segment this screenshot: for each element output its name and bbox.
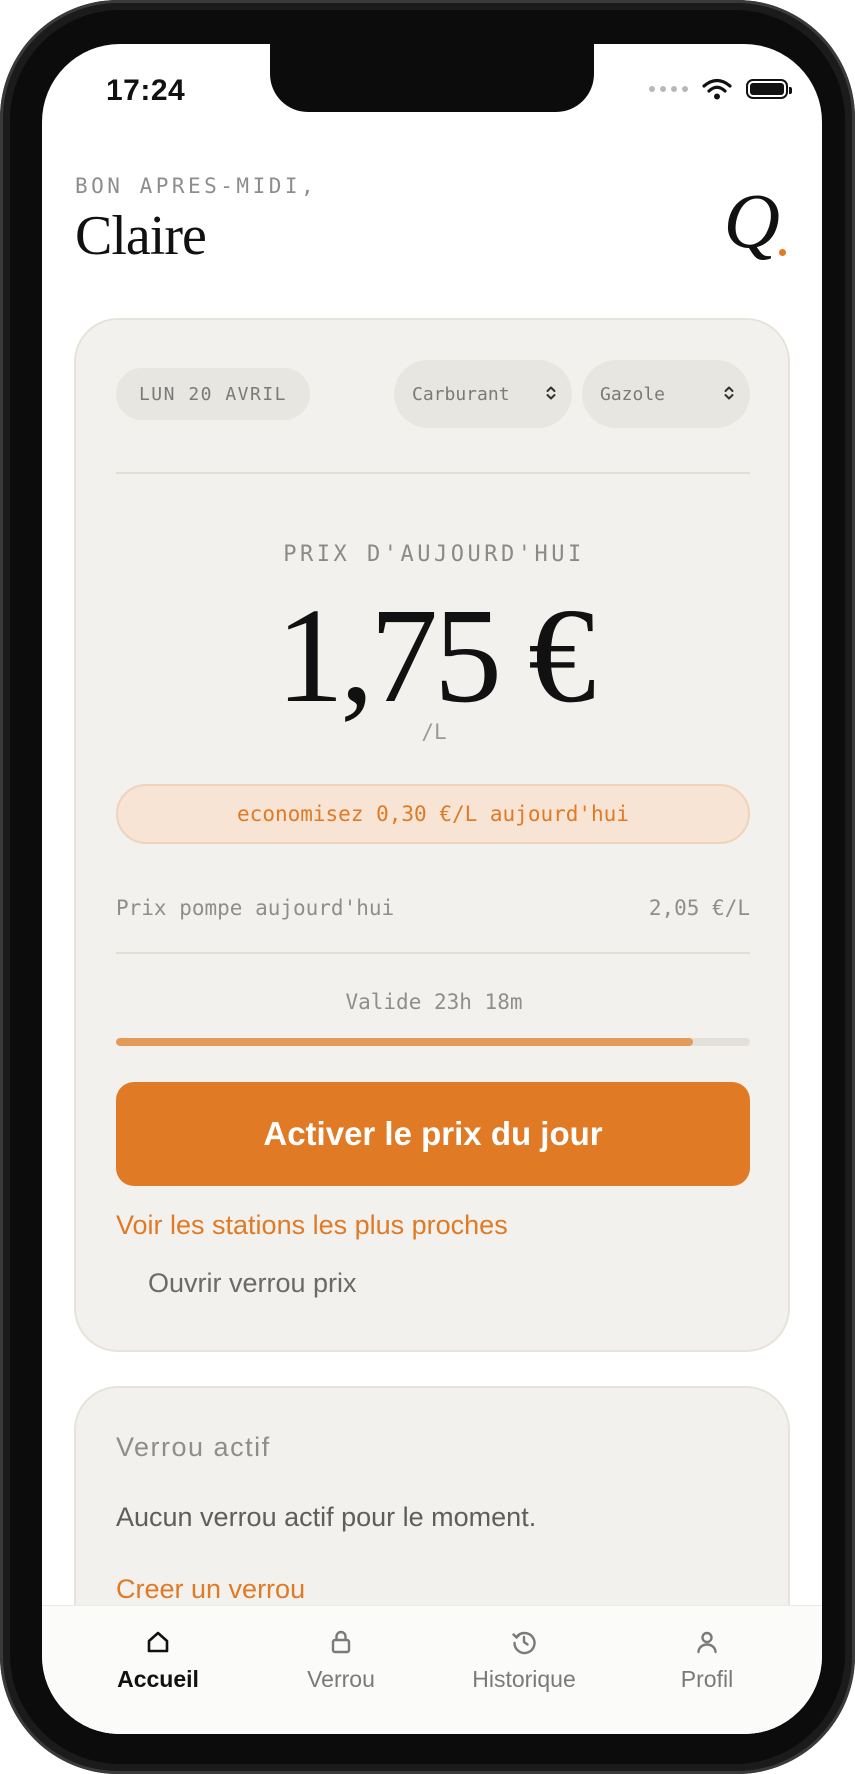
tab-accueil[interactable]: Accueil: [78, 1628, 238, 1693]
date-chip: LUN 20 AVRIL: [116, 368, 310, 420]
chevron-updown-icon: [724, 386, 734, 400]
tab-profil[interactable]: Profil: [627, 1628, 787, 1693]
battery-icon: [746, 79, 792, 99]
brand-logo-dot: [779, 249, 786, 256]
fuel-select-label: Carburant: [412, 383, 510, 405]
validity-text: Valide 23h 18m: [345, 990, 523, 1014]
signal-dots-icon: [649, 86, 688, 92]
user-name: Claire: [75, 205, 207, 267]
greeting: BON APRES-MIDI,: [75, 174, 318, 198]
lock-empty-text: Aucun verrou actif pour le moment.: [116, 1502, 537, 1532]
tab-label: Accueil: [117, 1666, 199, 1692]
activate-price-button[interactable]: Activer le prix du jour: [116, 1082, 750, 1186]
status-icons: [649, 78, 792, 100]
open-lock-link[interactable]: Ouvrir verrou prix: [148, 1268, 357, 1299]
tab-label: Verrou: [307, 1666, 375, 1692]
tab-verrou[interactable]: Verrou: [261, 1628, 421, 1693]
pump-price-label: Prix pompe aujourd'hui: [116, 896, 395, 920]
validity-progress-fill: [116, 1038, 693, 1046]
tab-historique[interactable]: Historique: [444, 1628, 604, 1693]
divider: [116, 472, 750, 474]
price-unit: /L: [421, 720, 447, 744]
tab-label: Historique: [472, 1666, 576, 1692]
lock-card-title: Verrou actif: [116, 1432, 271, 1462]
fuel-type-select-label: Gazole: [600, 383, 666, 405]
home-icon: [147, 1631, 169, 1653]
nearby-stations-link[interactable]: Voir les stations les plus proches: [116, 1210, 508, 1241]
notch: [270, 44, 594, 112]
pump-price-row: Prix pompe aujourd'hui 2,05 €/L: [116, 896, 750, 920]
tab-bar: Accueil Verrou Historique Profil: [42, 1605, 822, 1734]
divider: [116, 952, 750, 954]
history-icon: [512, 1631, 536, 1655]
savings-badge: economisez 0,30 €/L aujourd'hui: [116, 784, 750, 844]
pump-price-value: 2,05 €/L: [648, 896, 750, 920]
chevron-updown-icon: [546, 386, 556, 400]
validity-progress-bar: [116, 1038, 750, 1046]
app-screen: 17:24 BON APRES-MIDI, Claire Q LUN 20 AV…: [42, 44, 822, 1734]
lock-icon: [331, 1630, 351, 1654]
create-lock-link[interactable]: Creer un verrou: [116, 1574, 305, 1605]
brand-logo: Q: [723, 177, 780, 264]
tab-label: Profil: [680, 1666, 734, 1692]
price-card: LUN 20 AVRIL Carburant Gazole PRIX D'AUJ…: [74, 318, 790, 1352]
status-time: 17:24: [106, 74, 186, 107]
price-label: PRIX D'AUJOURD'HUI: [283, 542, 585, 567]
fuel-type-select[interactable]: Gazole: [582, 360, 750, 428]
price-value: 1,75 €: [276, 581, 596, 731]
profile-icon: [697, 1631, 717, 1654]
fuel-select[interactable]: Carburant: [394, 360, 572, 428]
wifi-icon: [702, 78, 732, 100]
